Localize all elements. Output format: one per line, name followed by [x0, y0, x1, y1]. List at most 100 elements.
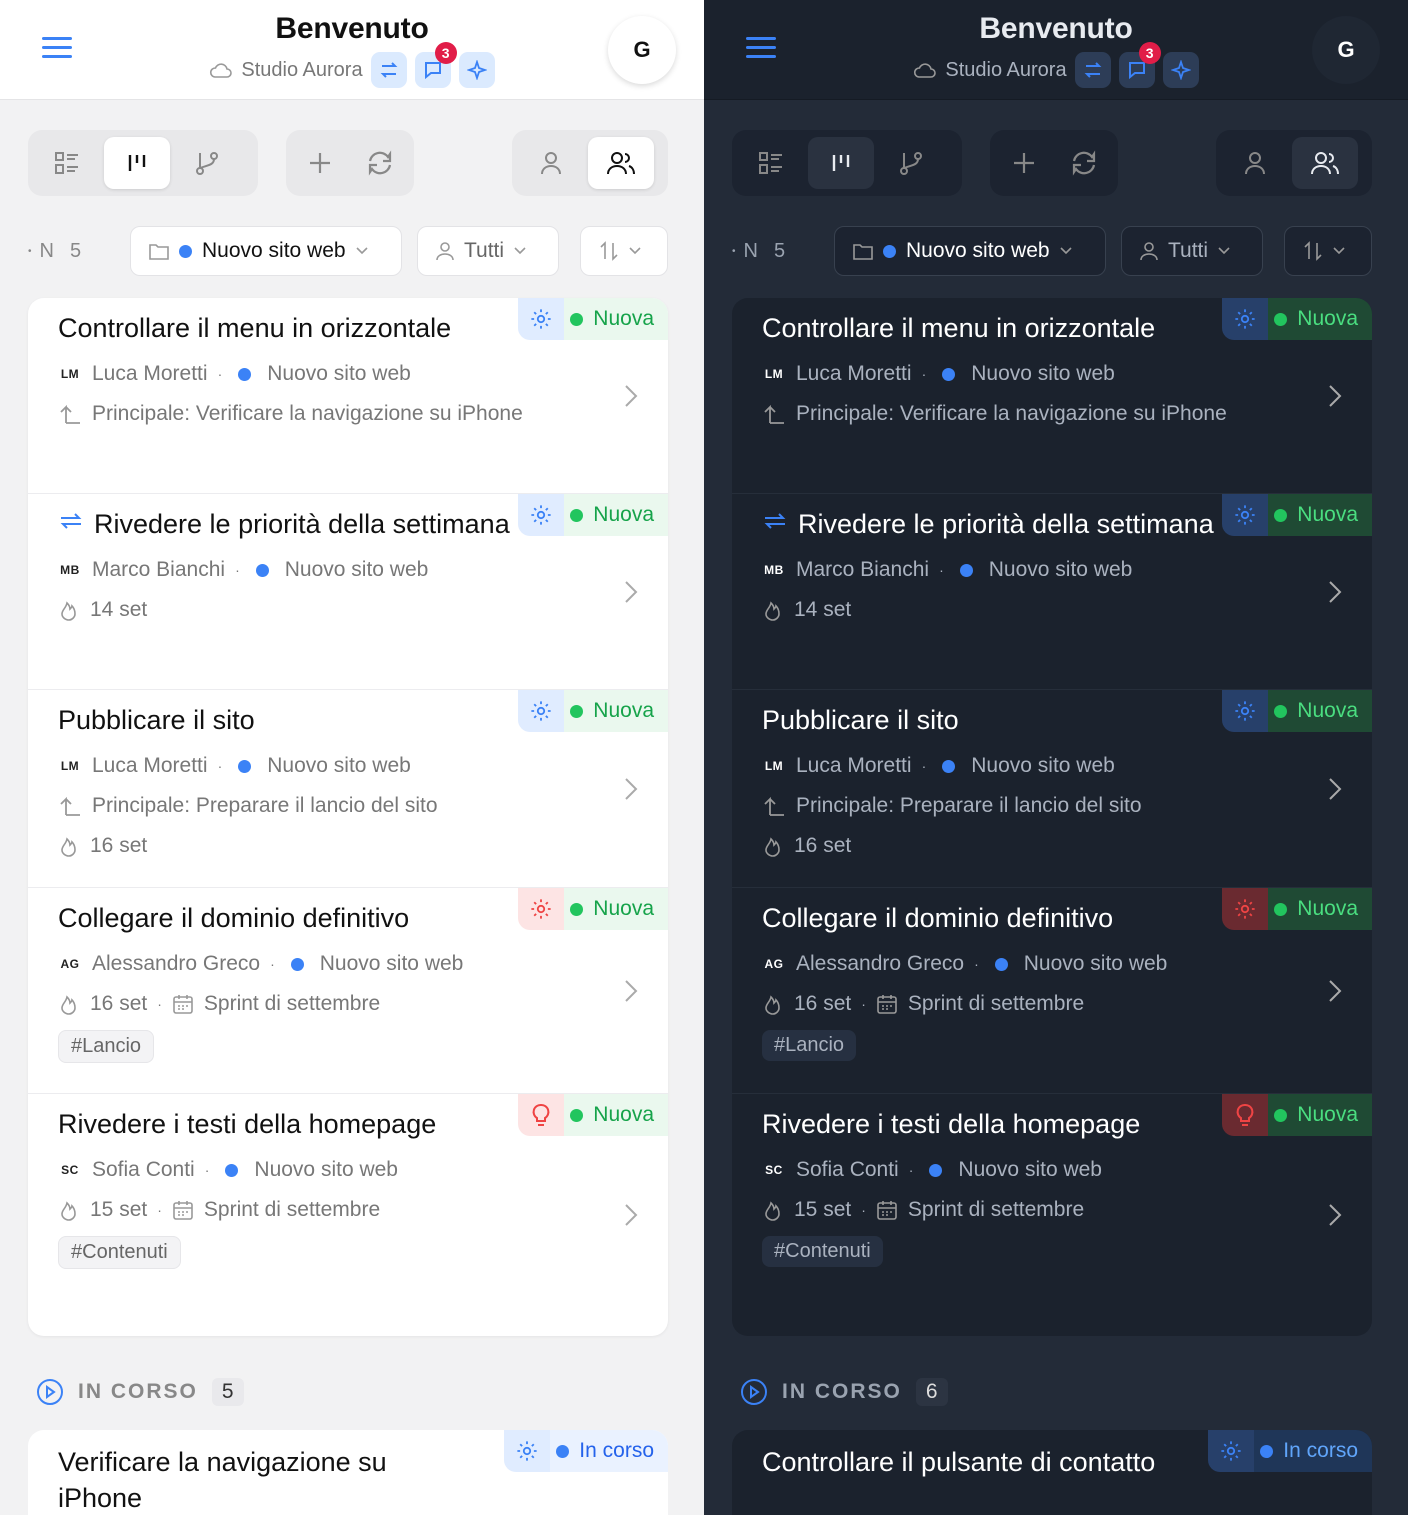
notification-badge: 3: [434, 42, 457, 64]
assignee-name: Sofia Conti: [796, 1158, 899, 1181]
chevron-right-icon[interactable]: [624, 580, 638, 604]
task-title: Collegare il dominio definitivo: [762, 903, 1114, 933]
chevron-right-icon[interactable]: [624, 979, 638, 1003]
assignee-filter[interactable]: Tutti: [417, 226, 559, 276]
assignee-name: Luca Moretti: [796, 754, 912, 777]
gear-icon: [504, 1430, 551, 1472]
single-user-button[interactable]: [518, 137, 584, 189]
branch-view-button[interactable]: [878, 137, 944, 189]
sprint-name: Sprint di settembre: [203, 992, 381, 1015]
bulb-icon: [518, 1094, 565, 1136]
sort-icon: [599, 241, 619, 261]
task-tag[interactable]: #Lancio: [762, 1030, 857, 1061]
sprint-name: Sprint di settembre: [907, 1198, 1085, 1221]
app-header: Benvenuto Studio Aurora 3 G: [704, 0, 1408, 100]
team-users-button[interactable]: [588, 137, 654, 189]
task-title: Controllare il pulsante di contatto: [762, 1447, 1156, 1477]
gear-icon: [518, 298, 565, 340]
assignee-name: Marco Bianchi: [796, 558, 930, 581]
sparkle-button[interactable]: [1162, 52, 1199, 88]
task-card[interactable]: Verificare la navigazione su iPhone In c…: [28, 1430, 668, 1515]
refresh-button[interactable]: [1056, 137, 1112, 189]
chevron-right-icon[interactable]: [1328, 979, 1342, 1003]
due-date: 15 set: [90, 1198, 148, 1221]
assignee-filter-label: Tutti: [464, 239, 505, 262]
user-avatar[interactable]: G: [608, 16, 676, 84]
due-date: 16 set: [90, 992, 148, 1015]
board-view-button[interactable]: [808, 137, 874, 189]
task-tag[interactable]: #Contenuti: [58, 1236, 181, 1269]
sort-button[interactable]: [1284, 226, 1372, 276]
task-card[interactable]: Collegare il dominio definitivo AG Aless…: [28, 888, 668, 1094]
parent-task: Principale: Preparare il lancio del sito: [796, 794, 1142, 817]
task-tag[interactable]: #Contenuti: [762, 1236, 883, 1267]
switch-button[interactable]: [1074, 52, 1111, 88]
messages-button[interactable]: 3: [414, 42, 457, 88]
task-card[interactable]: Rivedere le priorità della settimana MB …: [732, 494, 1372, 690]
task-title: Pubblicare il sito: [58, 705, 255, 735]
sort-icon: [1303, 241, 1323, 261]
messages-button[interactable]: 3: [1118, 42, 1161, 88]
project-dot: [255, 563, 269, 577]
task-card[interactable]: Controllare il pulsante di contatto In c…: [732, 1430, 1372, 1515]
gear-icon: [1208, 1430, 1255, 1472]
user-avatar[interactable]: G: [1312, 16, 1380, 84]
task-tag[interactable]: #Lancio: [58, 1030, 155, 1063]
chevron-down-icon: [1060, 247, 1072, 255]
column-count: 5: [69, 239, 82, 262]
team-users-button[interactable]: [1292, 137, 1358, 189]
chevron-down-icon: [1333, 247, 1345, 255]
task-card[interactable]: Controllare il menu in orizzontale LM Lu…: [28, 298, 668, 494]
workspace-name[interactable]: Studio Aurora: [945, 59, 1066, 82]
section-header[interactable]: IN CORSO 5: [36, 1378, 244, 1406]
sort-button[interactable]: [580, 226, 668, 276]
task-card[interactable]: Rivedere i testi della homepage SC Sofia…: [28, 1094, 668, 1336]
play-circle-icon: [36, 1378, 64, 1406]
project-dot: [238, 367, 252, 381]
switch-button[interactable]: [370, 52, 407, 88]
sparkle-button[interactable]: [458, 52, 495, 88]
section-header[interactable]: IN CORSO 6: [740, 1378, 948, 1406]
chevron-right-icon[interactable]: [1328, 384, 1342, 408]
list-view-button[interactable]: [34, 137, 100, 189]
task-card[interactable]: Rivedere i testi della homepage SC Sofia…: [732, 1094, 1372, 1336]
task-card[interactable]: Rivedere le priorità della settimana MB …: [28, 494, 668, 690]
chevron-right-icon[interactable]: [1328, 777, 1342, 801]
chevron-right-icon[interactable]: [624, 777, 638, 801]
assignee-filter[interactable]: Tutti: [1121, 226, 1263, 276]
project-filter[interactable]: Nuovo sito web: [834, 226, 1106, 276]
project-filter[interactable]: Nuovo sito web: [130, 226, 402, 276]
task-card[interactable]: Pubblicare il sito LM Luca Moretti · Nuo…: [732, 690, 1372, 888]
column-count: 5: [773, 239, 786, 262]
user-initials: AG: [764, 957, 784, 971]
task-card[interactable]: Controllare il menu in orizzontale LM Lu…: [732, 298, 1372, 494]
section-label: IN CORSO: [78, 1380, 198, 1403]
list-view-button[interactable]: [738, 137, 804, 189]
project-dot: [883, 244, 896, 258]
flame-icon: [58, 993, 80, 1015]
workspace-name[interactable]: Studio Aurora: [241, 59, 362, 82]
status-badge: Nuova: [564, 494, 668, 536]
chevron-right-icon[interactable]: [1328, 580, 1342, 604]
add-button[interactable]: [292, 137, 348, 189]
chevron-right-icon[interactable]: [624, 384, 638, 408]
task-card[interactable]: Collegare il dominio definitivo AG Aless…: [732, 888, 1372, 1094]
chevron-right-icon[interactable]: [624, 1203, 638, 1227]
single-user-button[interactable]: [1222, 137, 1288, 189]
refresh-button[interactable]: [352, 137, 408, 189]
task-list: Controllare il menu in orizzontale LM Lu…: [28, 298, 668, 1336]
project-name: Nuovo sito web: [284, 558, 429, 581]
calendar-icon: [172, 1199, 194, 1221]
add-button[interactable]: [996, 137, 1052, 189]
chevron-right-icon[interactable]: [1328, 1203, 1342, 1227]
project-dot: [994, 957, 1008, 971]
branch-view-button[interactable]: [174, 137, 240, 189]
user-initials: AG: [60, 957, 80, 971]
assignee-name: Sofia Conti: [92, 1158, 195, 1181]
gear-icon: [1222, 888, 1269, 930]
chevron-down-icon: [356, 247, 368, 255]
board-view-button[interactable]: [104, 137, 170, 189]
folder-icon: [853, 242, 873, 260]
task-card[interactable]: Pubblicare il sito LM Luca Moretti · Nuo…: [28, 690, 668, 888]
flame-icon: [58, 1199, 80, 1221]
